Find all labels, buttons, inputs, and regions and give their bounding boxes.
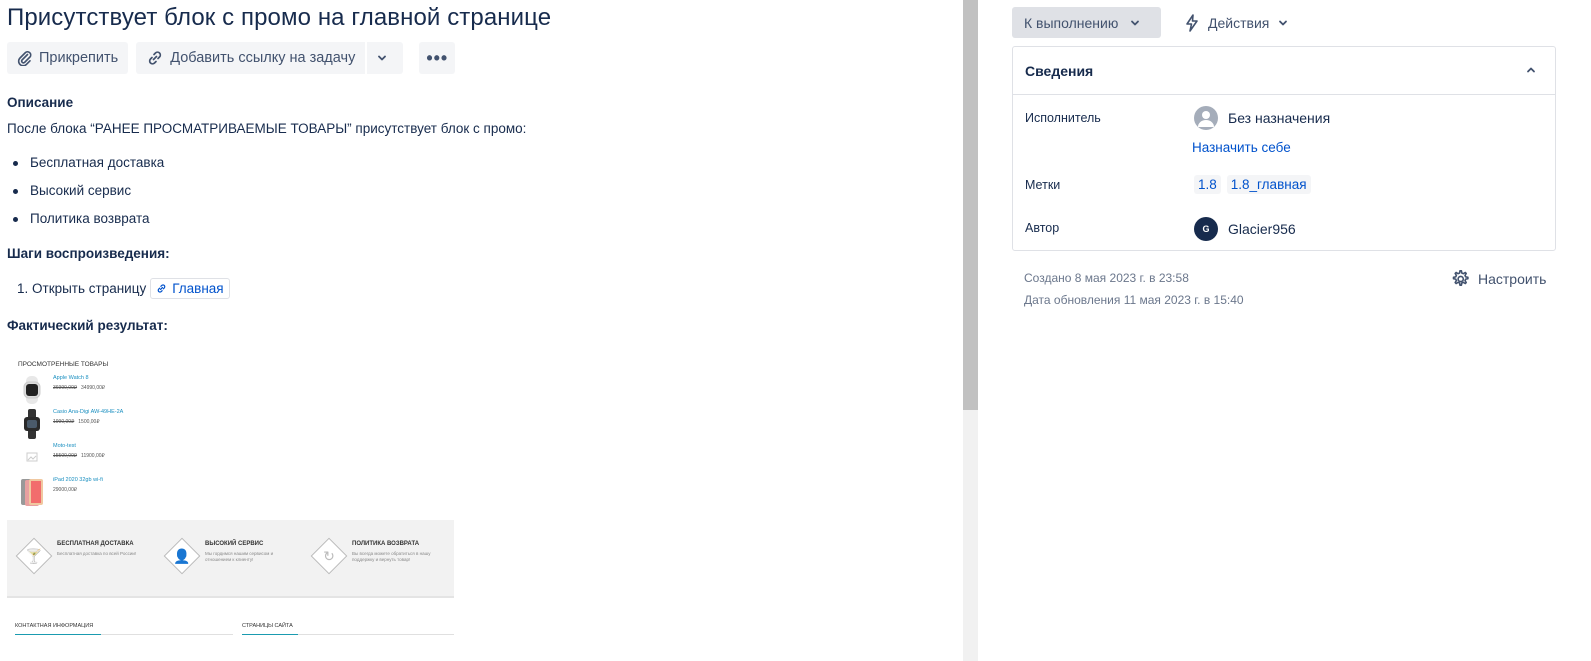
- assign-to-me-link[interactable]: Назначить себе: [1192, 140, 1291, 155]
- footer-pages-heading: СТРАНИЦЫ САЙТА: [242, 623, 293, 629]
- updated-date: Дата обновления 11 мая 2023 г. в 15:40: [1024, 293, 1244, 307]
- product-name: Casio Ana-Digi AW-49HE-2A: [53, 409, 124, 415]
- page-link[interactable]: Главная: [150, 278, 230, 299]
- assignee-field[interactable]: Без назначения: [1194, 106, 1330, 130]
- labels-label: Метки: [1025, 178, 1061, 192]
- promo-feature-desc: Мы гордимся нашим сервисом и отношением …: [205, 551, 274, 563]
- list-item-text: Высокий сервис: [30, 183, 132, 198]
- watch-image: [24, 409, 40, 439]
- user-icon: [1198, 111, 1214, 127]
- paperclip-icon: [17, 51, 32, 66]
- scrollbar-thumb[interactable]: [963, 0, 978, 410]
- link-icon: [149, 51, 162, 65]
- issue-main-panel: Присутствует блок с промо на главной стр…: [0, 0, 963, 661]
- tablet-image: [21, 479, 43, 506]
- promo-feature-title: ВЫСОКИЙ СЕРВИС: [205, 541, 264, 547]
- promo-feature: ↻ ПОЛИТИКА ВОЗВРАТА Вы всегда можете обр…: [302, 537, 442, 579]
- watch-image: [23, 376, 41, 404]
- gear-icon: [1452, 270, 1469, 286]
- promo-feature: 👤 ВЫСОКИЙ СЕРВИС Мы гордимся нашим серви…: [155, 537, 295, 579]
- promo-feature-desc: Бесплатная доставка по всей России!: [57, 551, 137, 556]
- product-item: iPad 2020 32gb wi-fi 29000,00₽: [15, 477, 315, 509]
- assignee-value: Без назначения: [1228, 110, 1331, 126]
- lightning-icon: [1186, 13, 1198, 32]
- add-link-label: Добавить ссылку на задачу: [170, 50, 356, 66]
- assignee-label: Исполнитель: [1025, 111, 1101, 125]
- result-heading: Фактический результат:: [7, 318, 168, 333]
- refresh-icon: ↻: [323, 548, 335, 564]
- placeholder-image-icon: [26, 452, 38, 462]
- details-panel: Сведения Исполнитель Без назначения Назн…: [1012, 46, 1556, 251]
- divider: [242, 634, 298, 635]
- product-name: Apple Watch 8: [53, 375, 89, 381]
- description-heading: Описание: [7, 95, 74, 110]
- chevron-down-icon: [1131, 20, 1140, 25]
- page-link-label: Главная: [172, 281, 224, 296]
- label-tag[interactable]: 1.8_главная: [1226, 175, 1311, 194]
- actions-label: Действия: [1208, 14, 1270, 31]
- product-name: iPad 2020 32gb wi-fi: [53, 477, 103, 483]
- list-item: Политика возврата: [13, 211, 164, 239]
- promo-feature-desc: Вы всегда можете обратиться в нашу подде…: [352, 551, 431, 563]
- chevron-down-icon: [378, 55, 387, 61]
- step-text: 1. Открыть страницу: [17, 281, 147, 296]
- issue-title[interactable]: Присутствует блок с промо на главной стр…: [7, 4, 551, 32]
- more-icon: •••: [426, 47, 449, 68]
- details-heading: Сведения: [1025, 62, 1094, 79]
- avatar: [1194, 106, 1218, 130]
- attach-button[interactable]: Прикрепить: [7, 42, 129, 74]
- author-name: Glacier956: [1228, 221, 1296, 237]
- product-item: Apple Watch 8 36990,00₽ 34990,00₽: [15, 375, 315, 407]
- list-item: Бесплатная доставка: [13, 155, 164, 183]
- result-screenshot[interactable]: ПРОСМОТРЕННЫЕ ТОВАРЫ Apple Watch 8 36990…: [7, 350, 454, 661]
- product-price: 15500,00₽ 11900,00₽: [53, 453, 105, 459]
- screenshot-title: ПРОСМОТРЕННЫЕ ТОВАРЫ: [18, 361, 109, 368]
- label-tag[interactable]: 1.8: [1194, 175, 1221, 194]
- author-field[interactable]: G Glacier956: [1194, 217, 1296, 241]
- bullet-icon: [13, 161, 18, 166]
- promo-block: 🍸 БЕСПЛАТНАЯ ДОСТАВКА Бесплатная доставк…: [7, 520, 454, 596]
- details-header[interactable]: Сведения: [1013, 47, 1555, 95]
- created-date: Создано 8 мая 2023 г. в 23:58: [1024, 271, 1189, 285]
- link-icon: [157, 284, 166, 293]
- product-item: Moto-test 15500,00₽ 11900,00₽: [15, 443, 315, 475]
- promo-feature-title: ПОЛИТИКА ВОЗВРАТА: [352, 541, 420, 547]
- product-price: 1990,00₽ 1500,00₽: [53, 419, 100, 425]
- list-item-text: Политика возврата: [30, 211, 150, 226]
- chevron-down-icon: [1279, 20, 1288, 25]
- promo-feature: 🍸 БЕСПЛАТНАЯ ДОСТАВКА Бесплатная доставк…: [7, 537, 147, 579]
- description-text: После блока “РАНЕЕ ПРОСМАТРИВАЕМЫЕ ТОВАР…: [7, 121, 527, 136]
- divider: [7, 596, 454, 598]
- avatar: G: [1194, 217, 1218, 241]
- labels-field[interactable]: 1.8 1.8_главная: [1194, 175, 1317, 194]
- list-item-text: Бесплатная доставка: [30, 155, 165, 170]
- chevron-up-icon[interactable]: [1525, 64, 1537, 76]
- footer-contacts-heading: КОНТАКТНАЯ ИНФОРМАЦИЯ: [15, 623, 94, 629]
- promo-feature-title: БЕСПЛАТНАЯ ДОСТАВКА: [57, 541, 134, 547]
- product-price: 29000,00₽: [53, 487, 78, 493]
- attach-label: Прикрепить: [39, 50, 119, 66]
- divider: [15, 634, 101, 635]
- product-name: Moto-test: [53, 443, 76, 449]
- product-item: Casio Ana-Digi AW-49HE-2A 1990,00₽ 1500,0…: [15, 409, 315, 441]
- cocktail-icon: 🍸: [25, 548, 43, 564]
- list-item: Высокий сервис: [13, 183, 164, 211]
- user-icon: 👤: [173, 548, 191, 564]
- author-label: Автор: [1025, 221, 1060, 235]
- status-dropdown-button[interactable]: К выполнению: [1012, 7, 1161, 38]
- description-bullets: Бесплатная доставка Высокий сервис Полит…: [13, 155, 164, 239]
- add-link-dropdown-button[interactable]: [367, 42, 404, 74]
- status-label: К выполнению: [1024, 14, 1119, 31]
- actions-dropdown-button[interactable]: Действия: [1184, 7, 1297, 38]
- issue-toolbar: Прикрепить Добавить ссылку на задачу •••: [7, 42, 463, 74]
- bullet-icon: [13, 189, 18, 194]
- step-item: 1. Открыть страницу Главная: [17, 278, 230, 299]
- add-link-button[interactable]: Добавить ссылку на задачу: [136, 42, 366, 74]
- configure-label: Настроить: [1478, 271, 1547, 287]
- configure-button[interactable]: Настроить: [1450, 269, 1546, 289]
- bullet-icon: [13, 217, 18, 222]
- more-actions-button[interactable]: •••: [419, 42, 456, 74]
- steps-heading: Шаги воспроизведения:: [7, 246, 170, 261]
- product-price: 36990,00₽ 34990,00₽: [53, 385, 106, 391]
